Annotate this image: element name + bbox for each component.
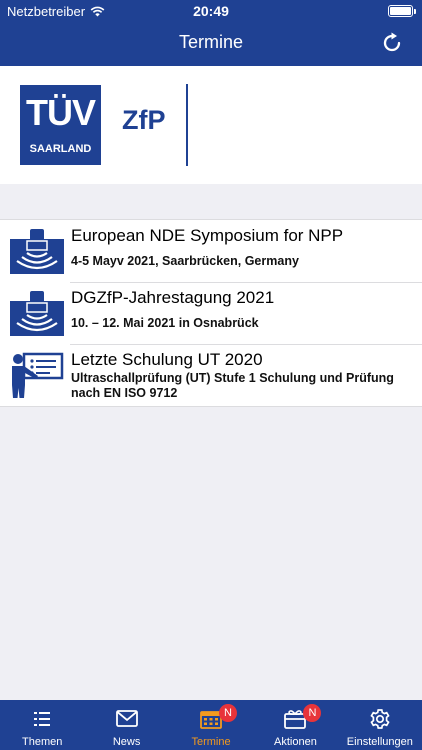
event-item-european-nde-symposium[interactable]: European NDE Symposium for NPP 4-5 Mayv … (0, 220, 422, 282)
tab-bar: Themen News N Termine N Aktionen Einstel… (0, 700, 422, 750)
event-subtitle: Ultraschallprüfung (UT) Stufe 1 Schulung… (71, 371, 394, 400)
events-list: European NDE Symposium for NPP 4-5 Mayv … (0, 219, 422, 407)
logo-banner: TÜV SAARLAND ZfP (0, 66, 422, 184)
tuv-saarland-logo: TÜV SAARLAND (20, 85, 101, 165)
tab-themen[interactable]: Themen (0, 700, 84, 750)
tab-einstellungen[interactable]: Einstellungen (338, 700, 422, 750)
battery-icon (388, 5, 416, 17)
presentation-icon (12, 352, 64, 398)
event-item-letzte-schulung[interactable]: Letzte Schulung UT 2020 Ultraschallprüfu… (0, 344, 422, 406)
tab-label: Einstellungen (346, 736, 413, 748)
ultrasonic-probe-icon (10, 291, 64, 336)
tab-label: Themen (22, 736, 63, 748)
event-item-dgzfp-jahrestagung[interactable]: DGZfP-Jahrestagung 2021 10. – 12. Mai 20… (0, 282, 422, 344)
tab-news[interactable]: News (84, 700, 168, 750)
tab-label: Termine (191, 736, 231, 748)
logo-brand-line1: TÜV (26, 92, 96, 133)
new-badge: N (219, 704, 238, 722)
tab-termine[interactable]: N Termine (169, 700, 253, 750)
gear-icon (370, 709, 390, 729)
list-icon (34, 712, 51, 726)
new-badge: N (303, 704, 322, 722)
tab-label: News (112, 736, 141, 748)
event-title: European NDE Symposium for NPP (71, 226, 344, 245)
tab-label: Aktionen (274, 736, 317, 748)
logo-brand-line2: SAARLAND (29, 143, 92, 155)
event-title: DGZfP-Jahrestagung 2021 (71, 288, 275, 307)
event-title: Letzte Schulung UT 2020 (71, 350, 263, 369)
refresh-icon[interactable] (380, 31, 404, 55)
status-time: 20:49 (193, 3, 229, 19)
page-title: Termine (178, 32, 244, 52)
event-subtitle: 4-5 Mayv 2021, Saarbrücken, Germany (71, 254, 299, 268)
logo-divider (186, 84, 188, 166)
event-subtitle: 10. – 12. Mai 2021 in Osnabrück (71, 316, 259, 330)
division-label: ZfP (122, 105, 166, 135)
mail-icon (115, 710, 138, 727)
navigation-header: Netzbetreiber 20:49 Termine (0, 0, 422, 66)
tab-aktionen[interactable]: N Aktionen (253, 700, 337, 750)
ultrasonic-probe-icon (10, 229, 64, 274)
status-bar: Netzbetreiber 20:49 (0, 0, 422, 22)
